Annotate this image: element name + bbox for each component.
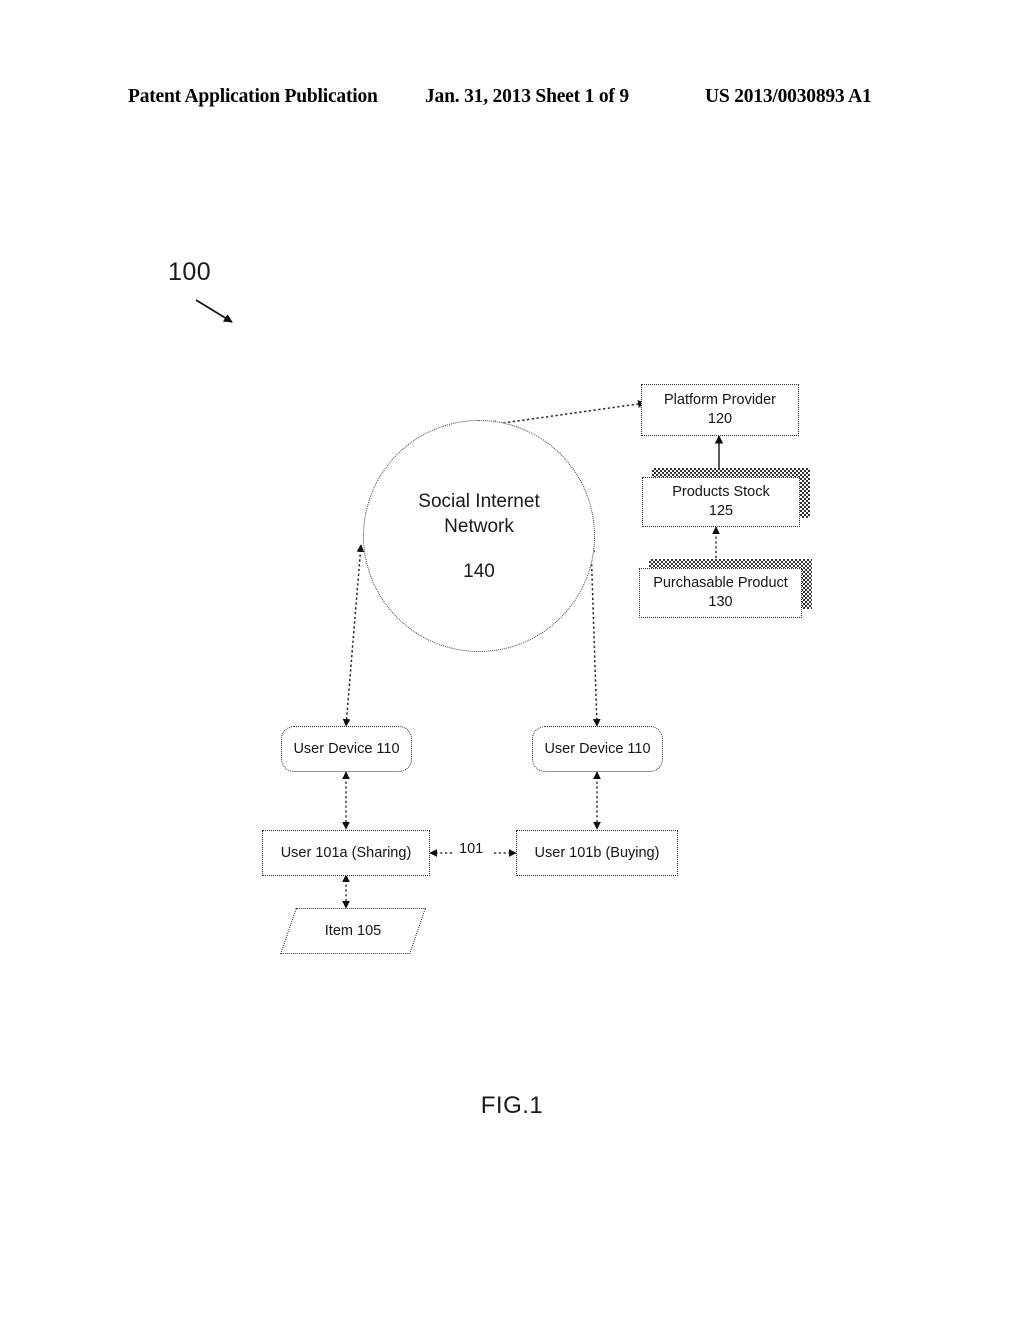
- figure-caption: FIG.1: [480, 1092, 544, 1119]
- purchasable-product-node: Purchasable Product 130: [639, 559, 812, 618]
- purchasable-product-ref: 130: [708, 594, 733, 610]
- reference-numeral-101: 101: [459, 841, 484, 857]
- user-buying-node: User 101b (Buying): [516, 830, 678, 876]
- purchasable-product-front: Purchasable Product 130: [639, 568, 802, 618]
- products-stock-ref: 125: [708, 503, 734, 519]
- purchasable-product-title: Purchasable Product: [653, 575, 788, 592]
- user-sharing-label: User 101a (Sharing): [280, 844, 412, 861]
- item-105-node: Item 105: [280, 908, 426, 954]
- figure-diagram: 100 Social Internet Network 140 Platform…: [0, 0, 1024, 1320]
- item-105-label: Item 105: [324, 923, 382, 939]
- reference-numeral-100: 100: [168, 258, 212, 286]
- user-buying-label: User 101b (Buying): [534, 844, 660, 861]
- user-device-left-label: User Device 110: [293, 740, 400, 757]
- social-network-title-line2: Network: [444, 516, 514, 537]
- products-stock-front: Products Stock 125: [642, 477, 800, 527]
- user-device-left-node: User Device 110: [281, 726, 412, 772]
- connector-layer: [195, 299, 724, 909]
- platform-provider-node: Platform Provider 120: [641, 384, 799, 436]
- user-device-right-label: User Device 110: [544, 740, 651, 757]
- social-network-title-line1: Social Internet: [418, 490, 540, 512]
- social-network-ref: 140: [463, 561, 495, 583]
- user-device-right-node: User Device 110: [532, 726, 663, 772]
- products-stock-node: Products Stock 125: [642, 468, 810, 527]
- social-internet-network-node: Social Internet Network 140: [363, 420, 595, 652]
- platform-provider-ref: 120: [707, 411, 733, 427]
- user-sharing-node: User 101a (Sharing): [262, 830, 430, 876]
- platform-provider-title: Platform Provider: [663, 392, 776, 409]
- products-stock-title: Products Stock: [672, 484, 770, 501]
